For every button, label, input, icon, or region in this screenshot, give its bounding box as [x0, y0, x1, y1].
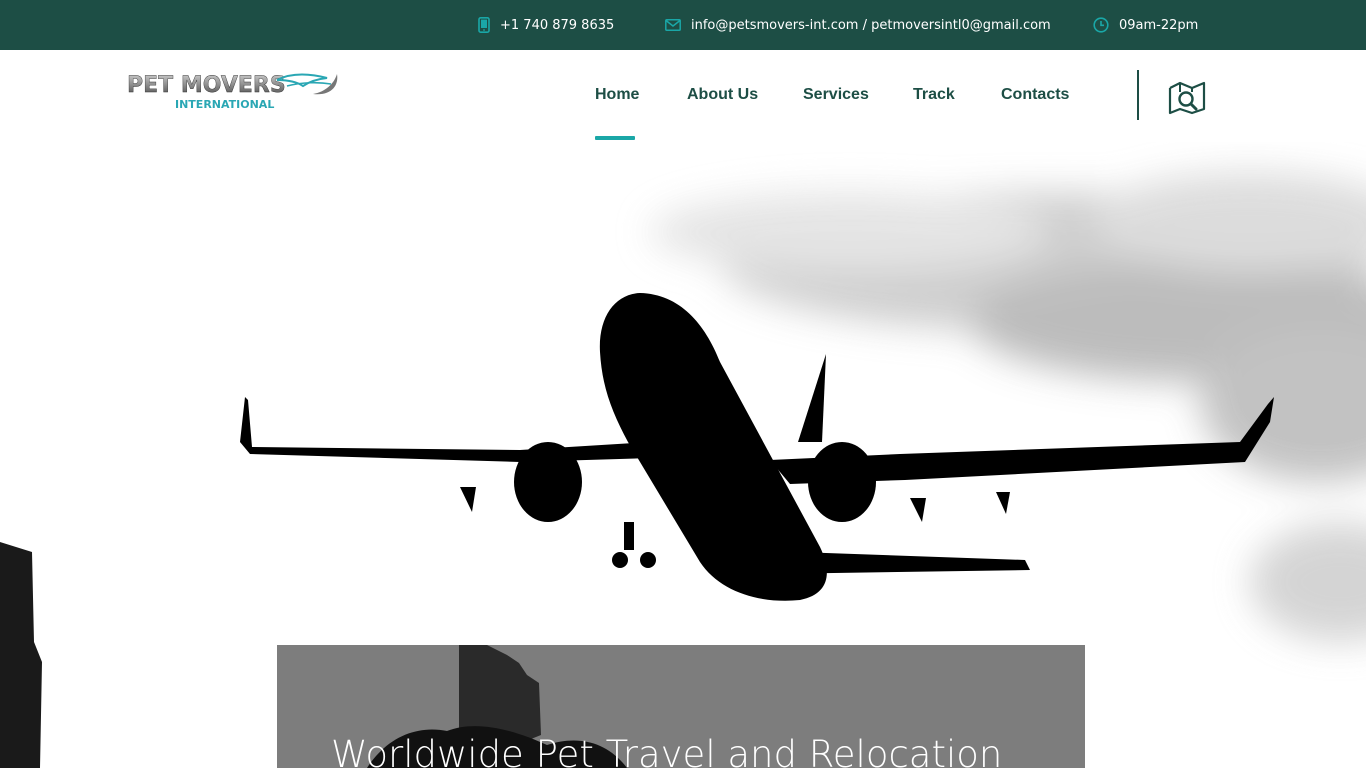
hours-text: 09am-22pm [1119, 17, 1199, 33]
envelope-icon [665, 19, 681, 31]
active-nav-indicator [595, 136, 635, 140]
site-header: PET MOVERS INTERNATIONAL Home About Us S… [0, 50, 1366, 142]
nav-item-track[interactable]: Track [913, 86, 955, 104]
nav-item-about-us[interactable]: About Us [687, 86, 758, 104]
top-info-bar: +1 740 879 8635 info@petsmovers-int.com … [0, 0, 1366, 50]
hero-banner: Worldwide Pet Travel and Relocation [0, 142, 1366, 768]
mobile-phone-icon [478, 17, 490, 33]
building-silhouette [0, 542, 42, 768]
nav-item-services[interactable]: Services [803, 86, 869, 104]
site-logo[interactable]: PET MOVERS INTERNATIONAL [127, 70, 341, 112]
contact-phone[interactable]: +1 740 879 8635 [478, 0, 614, 50]
nav-item-home[interactable]: Home [595, 86, 639, 104]
email-address: info@petsmovers-int.com / petmoversintl0… [691, 17, 1051, 33]
map-search-icon[interactable] [1167, 79, 1209, 115]
svg-text:INTERNATIONAL: INTERNATIONAL [175, 98, 274, 111]
contact-email[interactable]: info@petsmovers-int.com / petmoversintl0… [665, 0, 1051, 50]
phone-number: +1 740 879 8635 [500, 17, 615, 33]
hero-caption-box: Worldwide Pet Travel and Relocation [277, 645, 1085, 768]
svg-text:PET MOVERS: PET MOVERS [127, 73, 286, 98]
hero-title: Worldwide Pet Travel and Relocation [331, 733, 1003, 768]
opening-hours: 09am-22pm [1093, 0, 1198, 50]
header-divider [1137, 70, 1139, 120]
nav-item-contacts[interactable]: Contacts [1001, 86, 1069, 104]
clock-icon [1093, 17, 1109, 33]
